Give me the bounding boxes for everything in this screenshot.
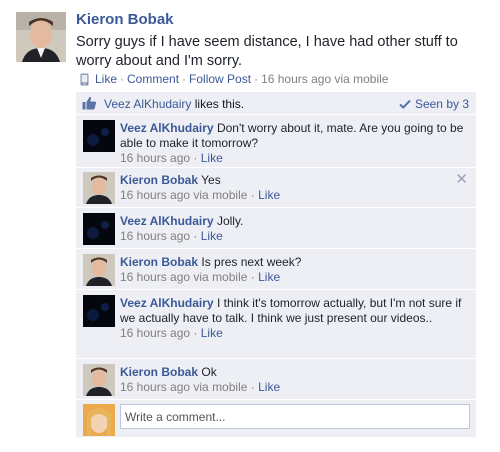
comment-text: Is pres next week? bbox=[201, 255, 302, 269]
comment-body: Kieron Bobak Yes 16 hours ago via mobile… bbox=[120, 173, 470, 203]
likes-summary: Veez AlKhudairy likes this. bbox=[104, 97, 244, 111]
comment-item: Kieron Bobak Yes 16 hours ago via mobile… bbox=[76, 168, 476, 208]
post-author-avatar[interactable] bbox=[16, 12, 66, 62]
comment-meta: 16 hours ago via mobile · Like bbox=[120, 270, 470, 285]
commenter-avatar[interactable] bbox=[83, 295, 115, 327]
separator: · bbox=[193, 326, 198, 340]
current-user-avatar bbox=[83, 404, 115, 436]
comment-text: Jolly. bbox=[216, 214, 244, 228]
kieron-avatar-image bbox=[83, 364, 115, 396]
comment-time[interactable]: 16 hours ago bbox=[120, 151, 190, 165]
post-meta: Like · Comment · Follow Post · 16 hours … bbox=[80, 72, 388, 86]
comment-meta: 16 hours ago · Like bbox=[120, 151, 470, 166]
post-author-name[interactable]: Kieron Bobak bbox=[76, 11, 174, 28]
kieron-avatar-image bbox=[83, 254, 115, 286]
comment-meta: 16 hours ago via mobile · Like bbox=[120, 188, 470, 203]
close-icon[interactable]: ✕ bbox=[455, 170, 468, 188]
comment-text: Yes bbox=[201, 173, 221, 187]
veez-avatar-image bbox=[83, 295, 115, 327]
comment-author[interactable]: Kieron Bobak bbox=[120, 173, 198, 187]
comment-like-link[interactable]: Like bbox=[201, 326, 223, 340]
post-text: Sorry guys if I have seem distance, I ha… bbox=[76, 34, 458, 69]
comment-meta: 16 hours ago · Like bbox=[120, 326, 470, 341]
kieron-avatar-image bbox=[16, 12, 66, 62]
comment-time[interactable]: 16 hours ago via mobile bbox=[120, 270, 247, 284]
follow-post-link[interactable]: Follow Post bbox=[189, 72, 251, 86]
comment-meta: 16 hours ago · Like bbox=[120, 229, 470, 244]
separator: · bbox=[120, 72, 125, 86]
kieron-avatar-image bbox=[83, 172, 115, 204]
checkmark-icon bbox=[399, 99, 411, 109]
separator: · bbox=[193, 151, 198, 165]
comment-body: Veez AlKhudairy Jolly. 16 hours ago · Li… bbox=[120, 214, 470, 244]
separator: · bbox=[182, 72, 187, 86]
comment-time[interactable]: 16 hours ago via mobile bbox=[120, 188, 247, 202]
liker-name-link[interactable]: Veez AlKhudairy bbox=[104, 97, 191, 111]
seen-by-link[interactable]: Seen by 3 bbox=[399, 97, 469, 111]
comment-composer bbox=[76, 400, 476, 437]
comment-like-link[interactable]: Like bbox=[258, 270, 280, 284]
comment-author[interactable]: Kieron Bobak bbox=[120, 255, 198, 269]
commenter-avatar[interactable] bbox=[83, 172, 115, 204]
comments-panel: Veez AlKhudairy likes this. Seen by 3 Ve… bbox=[76, 92, 476, 437]
comment-like-link[interactable]: Like bbox=[201, 229, 223, 243]
veez-avatar-image bbox=[83, 120, 115, 152]
separator: · bbox=[254, 72, 259, 86]
thumbs-up-icon bbox=[82, 96, 97, 110]
current-user-avatar-image bbox=[83, 404, 115, 436]
likes-text: likes this. bbox=[194, 97, 245, 111]
mobile-phone-icon bbox=[80, 73, 89, 85]
comment-author[interactable]: Veez AlKhudairy bbox=[120, 121, 214, 135]
separator: · bbox=[250, 188, 255, 202]
comment-item: Kieron Bobak Ok 16 hours ago via mobile … bbox=[76, 360, 476, 400]
commenter-avatar[interactable] bbox=[83, 254, 115, 286]
comment-like-link[interactable]: Like bbox=[258, 380, 280, 394]
comment-text: Ok bbox=[201, 365, 217, 379]
comment-item: Veez AlKhudairy Don't worry about it, ma… bbox=[76, 116, 476, 168]
comment-body: Kieron Bobak Is pres next week? 16 hours… bbox=[120, 255, 470, 285]
commenter-avatar[interactable] bbox=[83, 120, 115, 152]
comment-author[interactable]: Veez AlKhudairy bbox=[120, 296, 214, 310]
comment-time[interactable]: 16 hours ago via mobile bbox=[120, 380, 247, 394]
comment-item: Veez AlKhudairy Jolly. 16 hours ago · Li… bbox=[76, 209, 476, 249]
comment-like-link[interactable]: Like bbox=[201, 151, 223, 165]
comment-meta: 16 hours ago via mobile · Like bbox=[120, 380, 470, 395]
seen-by-label: Seen by 3 bbox=[414, 97, 469, 111]
post-timestamp[interactable]: 16 hours ago via mobile bbox=[261, 72, 388, 86]
veez-avatar-image bbox=[83, 213, 115, 245]
separator: · bbox=[250, 270, 255, 284]
comment-input[interactable] bbox=[120, 404, 470, 429]
comment-body: Veez AlKhudairy Don't worry about it, ma… bbox=[120, 121, 470, 166]
post-comment-link[interactable]: Comment bbox=[127, 72, 179, 86]
comment-time[interactable]: 16 hours ago bbox=[120, 229, 190, 243]
post-like-link[interactable]: Like bbox=[95, 72, 117, 86]
separator: · bbox=[250, 380, 255, 394]
separator: · bbox=[193, 229, 198, 243]
comment-time[interactable]: 16 hours ago bbox=[120, 326, 190, 340]
comment-author[interactable]: Kieron Bobak bbox=[120, 365, 198, 379]
comment-body: Kieron Bobak Ok 16 hours ago via mobile … bbox=[120, 365, 470, 395]
comment-item: Veez AlKhudairy I think it's tomorrow ac… bbox=[76, 291, 476, 359]
comment-body: Veez AlKhudairy I think it's tomorrow ac… bbox=[120, 296, 470, 341]
comment-item: Kieron Bobak Is pres next week? 16 hours… bbox=[76, 250, 476, 290]
commenter-avatar[interactable] bbox=[83, 364, 115, 396]
likes-row: Veez AlKhudairy likes this. Seen by 3 bbox=[76, 92, 476, 115]
comment-like-link[interactable]: Like bbox=[258, 188, 280, 202]
comment-author[interactable]: Veez AlKhudairy bbox=[120, 214, 214, 228]
commenter-avatar[interactable] bbox=[83, 213, 115, 245]
